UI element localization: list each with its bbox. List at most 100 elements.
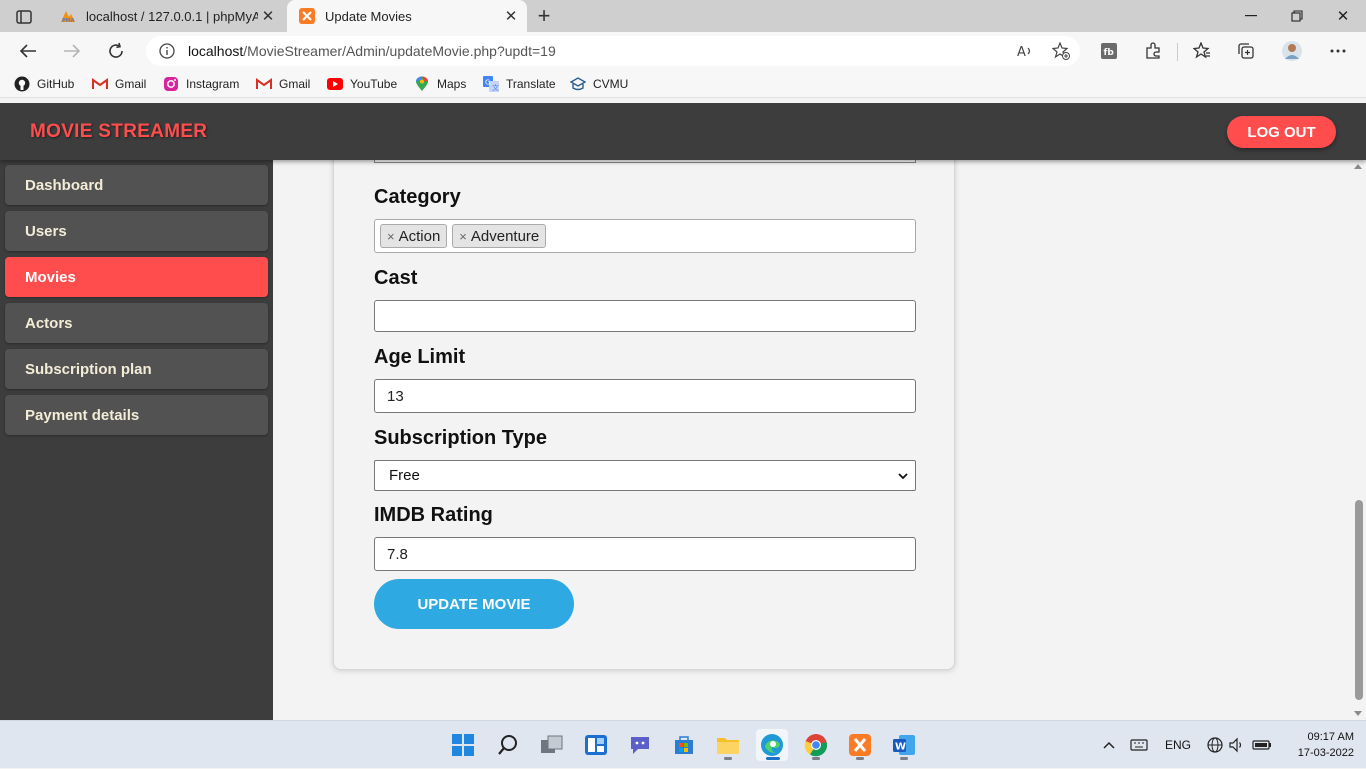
address-bar[interactable]: localhost/MovieStreamer/Admin/updateMovi… — [146, 36, 1080, 66]
xampp-icon[interactable] — [844, 729, 876, 761]
maps-icon — [414, 76, 430, 92]
imdb-rating-label: IMDB Rating — [374, 504, 493, 526]
teams-chat-icon[interactable] — [624, 729, 656, 761]
volume-icon[interactable] — [1229, 721, 1245, 769]
bookmark-gmail-2[interactable]: Gmail — [256, 75, 310, 93]
back-icon[interactable] — [14, 38, 42, 64]
bookmark-label: Translate — [506, 77, 556, 91]
page-scrollbar[interactable] — [1351, 160, 1366, 720]
restore-icon[interactable] — [1274, 0, 1320, 32]
toolbar-divider — [1177, 43, 1178, 61]
imdb-rating-input[interactable]: 7.8 — [374, 537, 916, 571]
site-header: MOVIE STREAMER LOG OUT — [0, 103, 1366, 160]
scroll-up-icon[interactable] — [1354, 164, 1362, 169]
forward-icon[interactable] — [58, 38, 86, 64]
new-tab-icon[interactable]: + — [533, 3, 555, 28]
category-tag-action: × Action — [380, 224, 448, 248]
xampp-icon — [299, 8, 315, 24]
remove-tag-icon[interactable]: × — [387, 229, 395, 244]
subscription-type-select[interactable]: Free — [374, 460, 916, 491]
extensions-icon[interactable] — [1139, 38, 1167, 64]
category-multiselect[interactable]: × Action × Adventure — [374, 219, 916, 253]
running-indicator — [724, 757, 732, 760]
bookmark-instagram[interactable]: Instagram — [163, 75, 239, 93]
running-indicator — [900, 757, 908, 760]
bookmark-label: Maps — [437, 77, 467, 91]
sidebar-item-dashboard[interactable]: Dashboard — [5, 165, 268, 205]
brand-logo[interactable]: MOVIE STREAMER — [30, 121, 207, 143]
svg-text:文: 文 — [492, 83, 499, 92]
task-view-icon[interactable] — [536, 729, 568, 761]
web-page: MOVIE STREAMER LOG OUT Dashboard Users M… — [0, 103, 1366, 720]
sidebar-item-subscription-plan[interactable]: Subscription plan — [5, 349, 268, 389]
show-hidden-icons[interactable] — [1102, 721, 1116, 769]
remove-tag-icon[interactable]: × — [459, 229, 467, 244]
running-indicator — [856, 757, 864, 760]
svg-text:G: G — [485, 79, 490, 87]
gmail-icon — [92, 76, 108, 92]
scroll-down-icon[interactable] — [1354, 711, 1362, 716]
widgets-icon[interactable] — [580, 729, 612, 761]
refresh-icon[interactable] — [102, 38, 130, 64]
system-clock[interactable]: 09:17 AM 17-03-2022 — [1282, 729, 1354, 761]
age-limit-input[interactable]: 13 — [374, 379, 916, 413]
tag-label: Action — [398, 227, 441, 245]
read-aloud-icon[interactable]: A — [1016, 42, 1034, 65]
bookmark-cvmu[interactable]: CVMU — [570, 75, 628, 93]
url-text[interactable]: localhost/MovieStreamer/Admin/updateMovi… — [188, 43, 556, 59]
keyboard-icon[interactable] — [1130, 721, 1148, 769]
svg-text:A: A — [1017, 45, 1026, 60]
minimize-icon[interactable] — [1228, 0, 1274, 32]
extension-fb-icon[interactable]: fb — [1095, 38, 1123, 64]
scrollbar-thumb[interactable] — [1355, 500, 1363, 700]
bookmark-youtube[interactable]: YouTube — [327, 75, 397, 93]
add-favorite-icon[interactable] — [1051, 41, 1070, 65]
microsoft-store-icon[interactable] — [668, 729, 700, 761]
profile-avatar[interactable] — [1278, 38, 1306, 64]
sidebar-item-actors[interactable]: Actors — [5, 303, 268, 343]
bookmark-github[interactable]: GitHub — [14, 75, 74, 93]
start-icon[interactable] — [447, 729, 479, 761]
cvmu-icon — [570, 76, 586, 92]
network-icon[interactable] — [1206, 721, 1224, 769]
bookmark-maps[interactable]: Maps — [414, 75, 466, 93]
tab-update-movies[interactable]: Update Movies ✕ — [287, 0, 527, 32]
word-icon[interactable]: W — [888, 729, 920, 761]
tab-phpmyadmin[interactable]: PMA localhost / 127.0.0.1 | phpMyAdmin ✕ — [48, 0, 284, 32]
bookmark-translate[interactable]: G文 Translate — [483, 75, 556, 93]
search-icon[interactable] — [492, 729, 524, 761]
sidebar-item-movies[interactable]: Movies — [5, 257, 268, 297]
cast-input[interactable] — [374, 300, 916, 332]
file-explorer-icon[interactable] — [712, 729, 744, 761]
browser-tab-bar: PMA localhost / 127.0.0.1 | phpMyAdmin ✕… — [0, 0, 1366, 32]
close-tab-icon[interactable]: ✕ — [501, 6, 521, 26]
tab-actions-icon[interactable] — [10, 6, 38, 28]
close-window-icon[interactable]: ✕ — [1320, 0, 1366, 32]
chrome-icon[interactable] — [800, 729, 832, 761]
update-movie-button[interactable]: UPDATE MOVIE — [374, 579, 574, 629]
logout-button[interactable]: LOG OUT — [1227, 116, 1336, 148]
translate-icon: G文 — [483, 76, 499, 92]
clock-date: 17-03-2022 — [1297, 747, 1354, 759]
bookmark-gmail[interactable]: Gmail — [92, 75, 146, 93]
chevron-down-icon — [898, 473, 908, 480]
category-tag-adventure: × Adventure — [452, 224, 547, 248]
main-content: Category × Action × Adventure Cast Age L… — [273, 130, 1351, 720]
close-tab-icon[interactable]: ✕ — [258, 6, 278, 26]
battery-icon[interactable] — [1252, 721, 1272, 769]
bookmarks-bar: GitHub Gmail Instagram Gmail YouTube Map… — [0, 70, 1366, 98]
site-info-icon[interactable] — [158, 42, 176, 60]
language-indicator[interactable]: ENG — [1165, 721, 1191, 769]
cast-label: Cast — [374, 267, 418, 289]
bookmark-label: Instagram — [186, 77, 240, 91]
svg-text:W: W — [895, 742, 906, 753]
collections-icon[interactable] — [1232, 38, 1260, 64]
phpmyadmin-icon: PMA — [60, 8, 76, 24]
running-indicator — [812, 757, 820, 760]
favorites-icon[interactable] — [1188, 38, 1216, 64]
sidebar-item-payment-details[interactable]: Payment details — [5, 395, 268, 435]
sidebar-item-users[interactable]: Users — [5, 211, 268, 251]
more-menu-icon[interactable] — [1324, 38, 1352, 64]
subscription-type-value: Free — [389, 467, 420, 484]
edge-browser-icon[interactable] — [756, 729, 788, 761]
